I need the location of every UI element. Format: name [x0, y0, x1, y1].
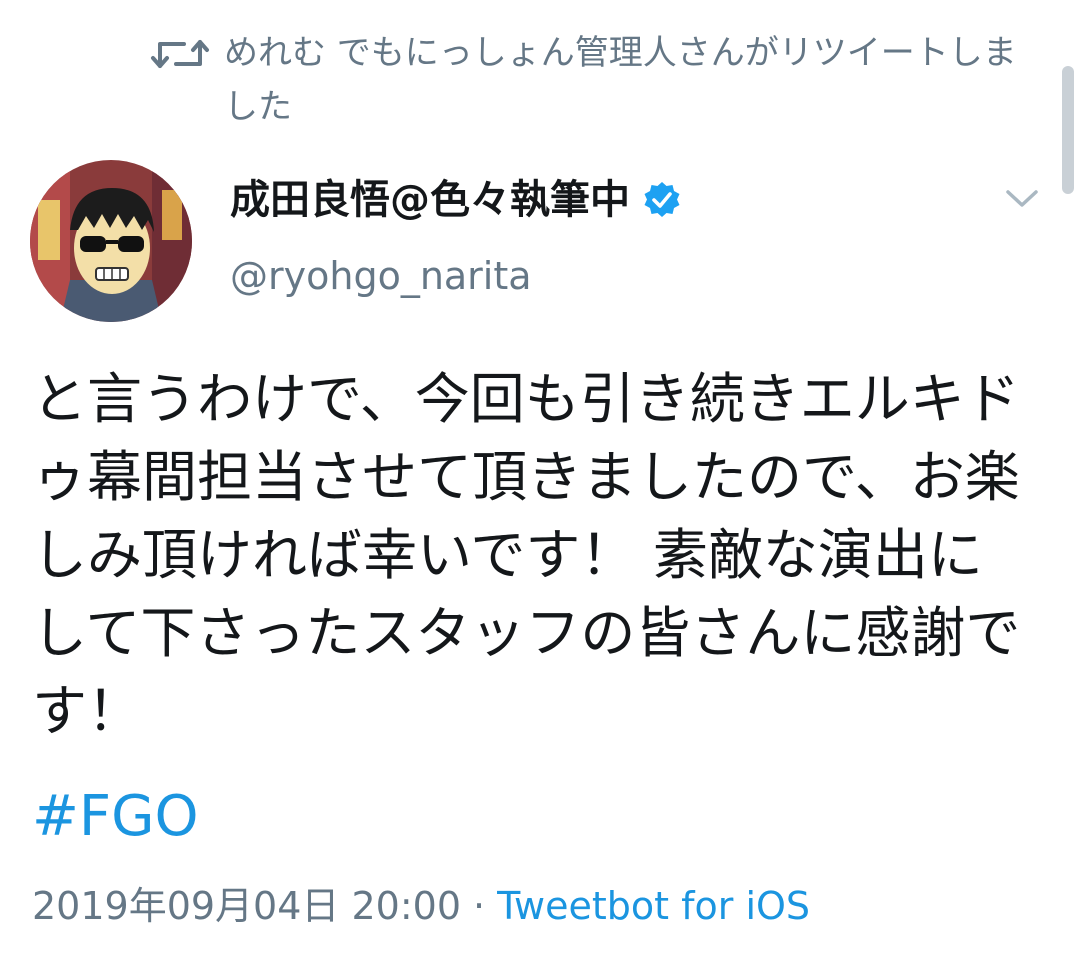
verified-badge-icon [644, 182, 680, 217]
retweet-icon [151, 40, 209, 68]
tweet-text: と言うわけで、今回も引き続きエルキドゥ幕間担当させて頂きましたので、お楽しみ頂け… [32, 367, 1021, 743]
client-link[interactable]: Tweetbot for iOS [497, 880, 810, 932]
scrollbar[interactable] [1062, 66, 1074, 194]
author-handle[interactable]: @ryohgo_narita [230, 250, 532, 302]
tweet-meta: 2019年09月04日 20:00 · Tweetbot for iOS [32, 880, 810, 932]
retweeted-by-text[interactable]: めれむ でもにっしょん管理人さんがリツイートしました [224, 26, 1024, 134]
avatar[interactable] [30, 160, 192, 322]
hashtag-link[interactable]: #FGO [32, 782, 199, 852]
timestamp[interactable]: 2019年09月04日 20:00 [32, 880, 461, 932]
retweet-context: めれむ でもにっしょん管理人さんがリツイートしました [150, 26, 1030, 134]
display-name-text[interactable]: 成田良悟@色々執筆中 [230, 172, 630, 228]
chevron-down-icon[interactable] [1002, 178, 1042, 218]
author-display-name[interactable]: 成田良悟@色々執筆中 [230, 172, 682, 228]
meta-separator: · [473, 884, 486, 928]
